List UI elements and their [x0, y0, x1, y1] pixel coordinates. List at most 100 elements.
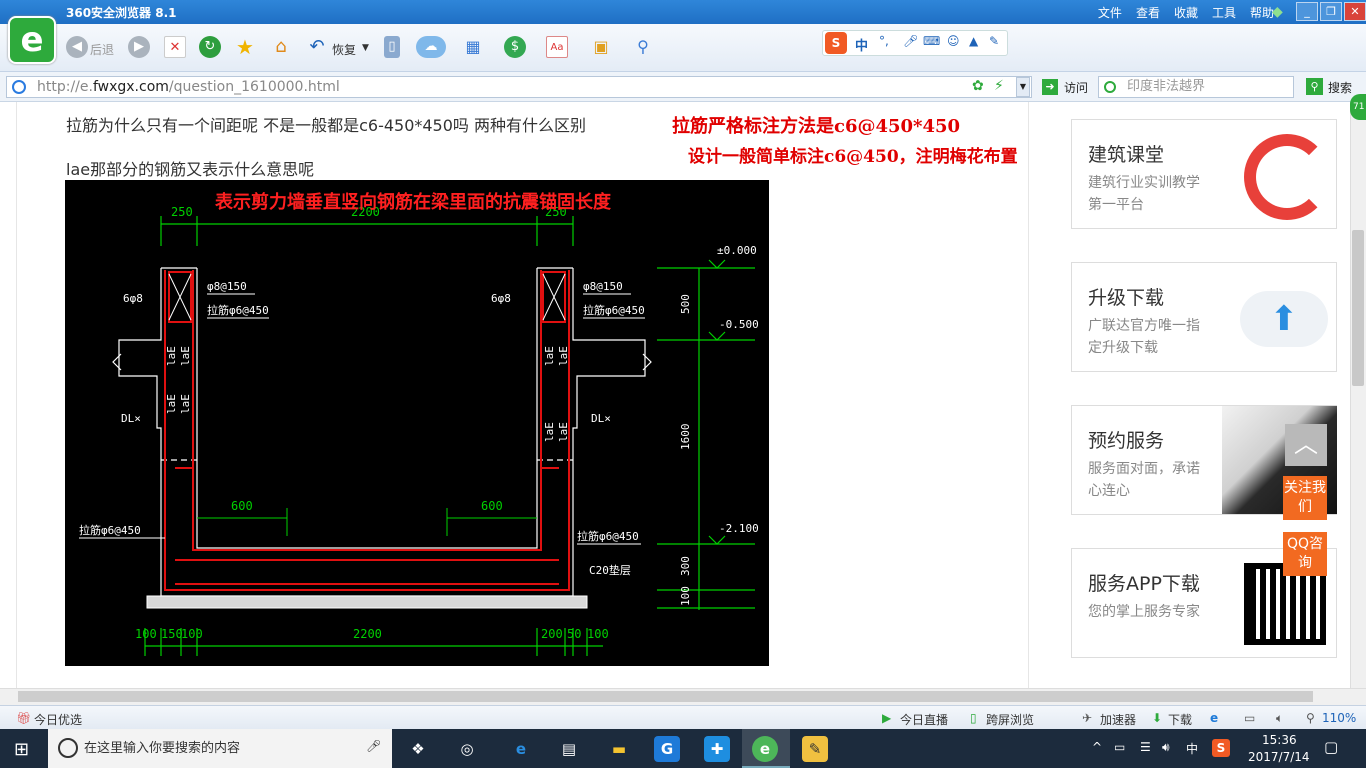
menu-help[interactable]: 帮助	[1250, 4, 1274, 21]
url-dropdown-icon[interactable]: ▼	[1016, 77, 1030, 97]
search-engine-icon[interactable]	[1104, 81, 1116, 93]
stop-icon[interactable]: ✕	[164, 36, 186, 58]
dim-right-0: 500	[679, 294, 692, 314]
card-upgrade[interactable]: 升级下载 广联达官方唯一指定升级下载 ⬆	[1071, 262, 1337, 372]
download-icon[interactable]: ⬇	[1152, 711, 1162, 725]
glodon-icon[interactable]: G	[654, 736, 680, 762]
wrench-icon[interactable]: ✎	[989, 34, 999, 48]
card-title: 升级下载	[1088, 287, 1165, 309]
zoom-icon[interactable]: ⚲	[1306, 711, 1315, 725]
gift-icon[interactable]: 🎁︎	[16, 711, 31, 725]
task-view-icon[interactable]: ❖	[405, 736, 431, 762]
screenshot-icon[interactable]: ▣	[590, 36, 612, 58]
microphone-icon[interactable]: 🎤︎	[366, 739, 381, 753]
notes-icon[interactable]: ✎	[802, 736, 828, 762]
status-zoom[interactable]: 110%	[1322, 711, 1356, 725]
speed-mode-icon[interactable]: ⚡	[994, 78, 1004, 94]
lae-label-2: laE	[165, 394, 178, 414]
sogou-icon[interactable]: S	[825, 32, 847, 54]
ie-icon[interactable]: e	[1210, 711, 1218, 725]
keyboard-icon[interactable]: ⌨	[923, 34, 940, 48]
status-accelerator[interactable]: 加速器	[1100, 711, 1136, 728]
mic-icon[interactable]: 🎤︎	[903, 34, 918, 48]
restore-icon[interactable]: ↶	[306, 36, 328, 58]
url-domain: fwxgx.com	[92, 79, 169, 95]
live-icon[interactable]: ▶	[882, 711, 891, 725]
tray-up-icon[interactable]: ^	[1092, 740, 1102, 754]
store-icon[interactable]: ▤	[556, 736, 582, 762]
ime-punct-icon[interactable]: °,	[879, 34, 889, 48]
cloud-icon[interactable]: ☁	[416, 36, 446, 58]
visit-icon[interactable]: ➜	[1042, 79, 1058, 95]
search-input[interactable]: 印度非法越界	[1098, 76, 1294, 98]
home-icon[interactable]: ⌂	[270, 36, 292, 58]
user-icon[interactable]: ☺	[947, 34, 960, 48]
window-icon[interactable]: ▭	[1244, 711, 1255, 725]
browser-logo-icon[interactable]: e	[8, 16, 56, 64]
remote-icon[interactable]: ✚	[704, 736, 730, 762]
ime-mode-label[interactable]: 中	[855, 35, 868, 54]
restore-dropdown-icon[interactable]: ▼	[362, 43, 369, 53]
notification-icon[interactable]: ▢	[1324, 738, 1338, 756]
vertical-scroll-thumb[interactable]	[1352, 230, 1364, 386]
speaker-icon[interactable]: 🔊︎	[1162, 740, 1170, 755]
card-course[interactable]: 建筑课堂 建筑行业实训教学第一平台	[1071, 119, 1337, 229]
security-icon[interactable]: ✿	[972, 78, 984, 94]
status-cross-screen[interactable]: 跨屏浏览	[986, 711, 1034, 728]
refresh-icon[interactable]: ↻	[199, 36, 221, 58]
volume-icon[interactable]: 🔈︎	[1276, 711, 1283, 726]
badge-71: 71	[1350, 94, 1366, 120]
cross-screen-icon[interactable]: ▯	[970, 711, 977, 725]
dim-right-2: 300	[679, 556, 692, 576]
windows-start-icon[interactable]: ⊞	[14, 739, 29, 760]
phone-icon[interactable]: ▯	[384, 36, 400, 58]
url-input[interactable]: http://e.fwxgx.com/question_1610000.html	[6, 76, 1032, 98]
maximize-button[interactable]: ❐	[1320, 2, 1342, 21]
shield-icon[interactable]: $	[504, 36, 526, 58]
edge-icon[interactable]: e	[508, 736, 534, 762]
cortana-icon[interactable]	[58, 738, 78, 758]
status-live[interactable]: 今日直播	[900, 711, 948, 728]
status-today-pick[interactable]: 今日优选	[34, 711, 82, 728]
menu-tools[interactable]: 工具	[1212, 4, 1236, 21]
follow-us-button[interactable]: 关注我们	[1283, 476, 1327, 520]
status-download[interactable]: 下载	[1168, 711, 1192, 728]
qq-consult-button[interactable]: QQ咨询	[1283, 532, 1327, 576]
elev-1: -0.500	[719, 318, 759, 331]
minimize-button[interactable]: _	[1296, 2, 1318, 21]
file-explorer-icon[interactable]: ▬	[606, 736, 632, 762]
ime-toolbar[interactable]: S 中 °, 🎤︎ ⌨ ☺ ▲ ✎	[822, 30, 1008, 56]
battery-icon[interactable]: ▭	[1114, 740, 1125, 754]
horizontal-scroll-thumb[interactable]	[18, 691, 1313, 702]
visit-button[interactable]: 访问	[1064, 79, 1088, 96]
back-icon[interactable]: ◀	[66, 36, 88, 58]
forward-icon[interactable]: ▶	[128, 36, 150, 58]
search-icon[interactable]: ⚲	[1306, 78, 1323, 95]
tie-left: 拉筋φ6@450	[79, 523, 141, 537]
apps-icon[interactable]: ▦	[462, 36, 484, 58]
clock-time[interactable]: 15:36	[1262, 733, 1297, 747]
vertical-scrollbar[interactable]	[1350, 102, 1366, 688]
menu-view[interactable]: 查看	[1136, 4, 1160, 21]
back-to-top-button[interactable]: ︿	[1285, 424, 1327, 466]
favorite-star-icon[interactable]: ★	[234, 36, 256, 58]
search-button[interactable]: 搜索	[1328, 79, 1352, 96]
close-button[interactable]: ✕	[1344, 2, 1366, 21]
accelerator-icon[interactable]: ✈	[1082, 711, 1092, 725]
dim-bottom-4: 200	[541, 627, 563, 641]
back-label[interactable]: 后退	[90, 41, 114, 58]
clock-date[interactable]: 2017/7/14	[1248, 750, 1310, 764]
skin-icon[interactable]: ◆	[1272, 4, 1283, 20]
menu-file[interactable]: 文件	[1098, 4, 1122, 21]
wifi-icon[interactable]: ☰	[1140, 740, 1151, 754]
app-swirl-icon[interactable]: ◎	[454, 736, 480, 762]
taskbar-search-input[interactable]: 在这里输入你要搜索的内容	[48, 729, 392, 768]
zoom-search-icon[interactable]: ⚲	[632, 36, 654, 58]
taskbar: ⊞ 在这里输入你要搜索的内容 🎤︎ ❖ ◎ e ▤ ▬ G ✚ e ✎ ^ ▭ …	[0, 729, 1366, 768]
restore-label[interactable]: 恢复	[332, 41, 356, 58]
menu-favorites[interactable]: 收藏	[1174, 4, 1198, 21]
translate-icon[interactable]: Aa	[546, 36, 568, 58]
sogou-tray-icon[interactable]: S	[1212, 739, 1230, 757]
ime-indicator[interactable]: 中	[1186, 740, 1198, 757]
shirt-icon[interactable]: ▲	[969, 34, 978, 48]
